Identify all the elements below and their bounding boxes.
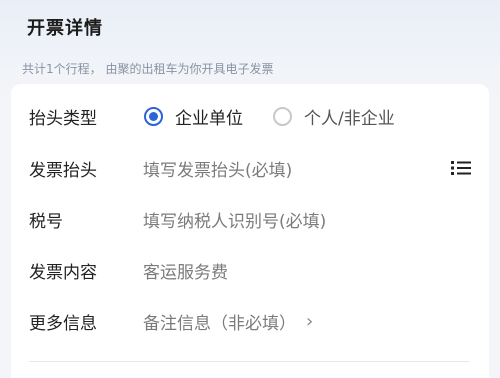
more-info-link[interactable]: 备注信息（非必填） › [143,309,313,334]
radio-unchecked-icon[interactable] [273,106,292,126]
invoice-title-label: 发票抬头 [29,160,97,181]
invoice-form-card: 抬头类型 企业单位 个人/非企业 发票抬头 填写发票抬头(必填) 税号 填写纳税… [11,84,489,378]
tax-number-label: 税号 [29,211,63,232]
invoice-content-row: 发票内容 客运服务费 [11,253,489,287]
invoice-title-input[interactable]: 填写发票抬头(必填) [143,156,292,181]
title-type-row: 抬头类型 企业单位 个人/非企业 [11,99,489,133]
divider [29,361,469,362]
invoice-content-value: 客运服务费 [143,262,228,283]
invoice-title-row[interactable]: 发票抬头 填写发票抬头(必填) [11,151,489,185]
chevron-right-icon[interactable]: › [306,311,313,332]
tax-number-row[interactable]: 税号 填写纳税人识别号(必填) [11,202,489,236]
more-info-label: 更多信息 [29,313,97,334]
radio-personal-label[interactable]: 个人/非企业 [304,104,395,129]
title-type-radio-group: 企业单位 个人/非企业 [144,104,425,129]
radio-company[interactable]: 企业单位 [144,104,243,129]
radio-company-label[interactable]: 企业单位 [175,104,243,129]
title-type-label: 抬头类型 [29,108,97,129]
invoice-details-page: 开票详情 共计1个行程， 由聚的出租车为你开具电子发票 抬头类型 企业单位 个人… [0,0,500,378]
tax-number-input[interactable]: 填写纳税人识别号(必填) [143,207,326,232]
more-info-value[interactable]: 备注信息（非必填） [143,309,296,334]
trip-summary: 共计1个行程， 由聚的出租车为你开具电子发票 [22,62,274,76]
page-title: 开票详情 [27,18,103,39]
invoice-content-label: 发票内容 [29,262,97,283]
radio-personal[interactable]: 个人/非企业 [273,104,395,129]
radio-checked-icon[interactable] [144,106,163,126]
more-info-row[interactable]: 更多信息 备注信息（非必填） › [11,304,489,338]
list-icon[interactable] [451,160,471,176]
